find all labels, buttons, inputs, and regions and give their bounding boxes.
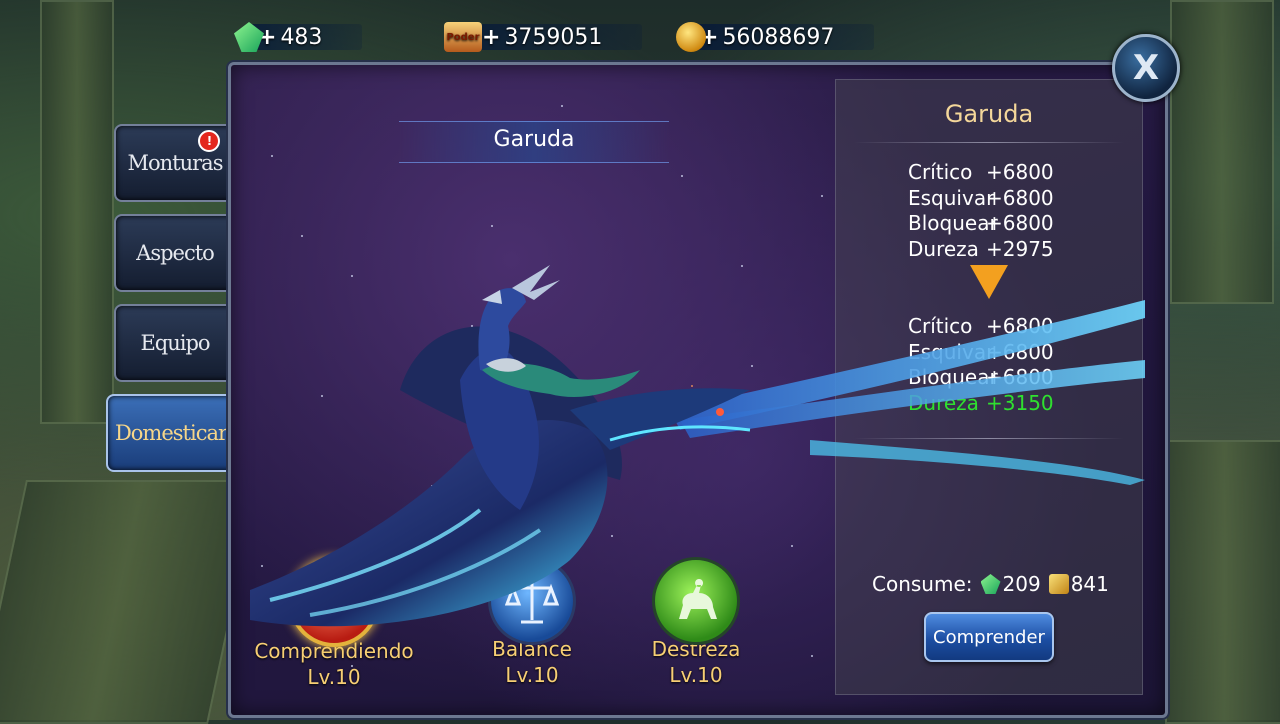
alert-badge-icon: ! [198, 130, 220, 152]
stat-row: Bloquear +6800 [908, 365, 1054, 389]
stat-row: Esquivar +6800 [908, 339, 1054, 364]
gems-counter[interactable]: + 483 [234, 18, 363, 56]
stats-title: Garuda [944, 100, 1034, 128]
stat-row: Crítico +6800 [908, 314, 1054, 338]
tab-label: Equipo [140, 331, 210, 355]
gem-icon [980, 574, 1001, 594]
tab-equipo[interactable]: Equipo [114, 304, 236, 382]
tab-domesticar[interactable]: Domesticar [106, 394, 236, 472]
gold-coin-icon [676, 22, 706, 52]
gold-bar-icon [1048, 574, 1069, 594]
mount-panel: Garuda Garuda Crítico +6800 Esquivar +6800… [228, 62, 1168, 718]
skill-level: Lv.10 [307, 665, 361, 689]
tab-label: Domesticar [114, 421, 228, 445]
horse-rider-icon [652, 557, 740, 645]
skill-level: Lv.10 [669, 663, 723, 687]
stat-row: Bloquear +6800 [908, 211, 1054, 235]
skill-level: Lv.10 [505, 663, 559, 687]
tab-aspecto[interactable]: Aspecto [114, 214, 236, 292]
gems-value: 483 [280, 24, 323, 50]
power-icon: Poder [444, 22, 482, 52]
skill-balance[interactable]: Balance Lv.10 [447, 557, 617, 687]
power-counter[interactable]: Poder + 3759051 [444, 18, 643, 56]
scales-icon [488, 557, 576, 645]
mount-name: Garuda [493, 127, 575, 152]
stat-row-improved: Dureza +3150 [908, 390, 1054, 415]
add-power-icon[interactable]: + [482, 25, 500, 50]
power-value: 3759051 [504, 24, 603, 50]
stats-panel: Garuda Crítico +6800 Esquivar +6800 Bloque… [835, 79, 1143, 695]
gold-value: 56088697 [722, 24, 835, 50]
consume-label: Consume: [872, 572, 973, 596]
consume-gems-value: 209 [1002, 572, 1041, 596]
tab-label: Aspecto [136, 241, 215, 265]
tab-monturas[interactable]: Monturas ! [114, 124, 236, 202]
stat-row: Esquivar +6800 [908, 185, 1054, 210]
stat-row: Dureza +2975 [908, 236, 1054, 261]
background-pillar-left [40, 0, 114, 424]
gold-counter[interactable]: + 56088697 [676, 18, 875, 56]
background-pillar-right [1170, 0, 1274, 304]
stat-row: Crítico +6800 [908, 160, 1054, 184]
current-stats: Crítico +6800 Esquivar +6800 Bloquear +6800… [908, 160, 1054, 262]
consume-gold-value: 841 [1070, 572, 1109, 596]
skill-destreza[interactable]: Destreza Lv.10 [611, 557, 781, 687]
background-stairs-left [0, 480, 260, 724]
tab-label: Monturas [127, 151, 224, 175]
heart-icon [289, 557, 379, 647]
next-stats: Crítico +6800 Esquivar +6800 Bloquear +6800… [908, 314, 1054, 416]
divider [854, 142, 1124, 143]
close-button[interactable]: X [1112, 34, 1180, 102]
skill-comprendiendo[interactable]: Comprendiendo Lv.10 [249, 557, 419, 689]
comprender-button[interactable]: Comprender [924, 612, 1054, 662]
divider [854, 438, 1124, 439]
consume-cost: Consume: 209 841 [872, 572, 1109, 596]
background-stairs-right [1165, 440, 1280, 724]
arrow-down-icon [970, 265, 1008, 303]
